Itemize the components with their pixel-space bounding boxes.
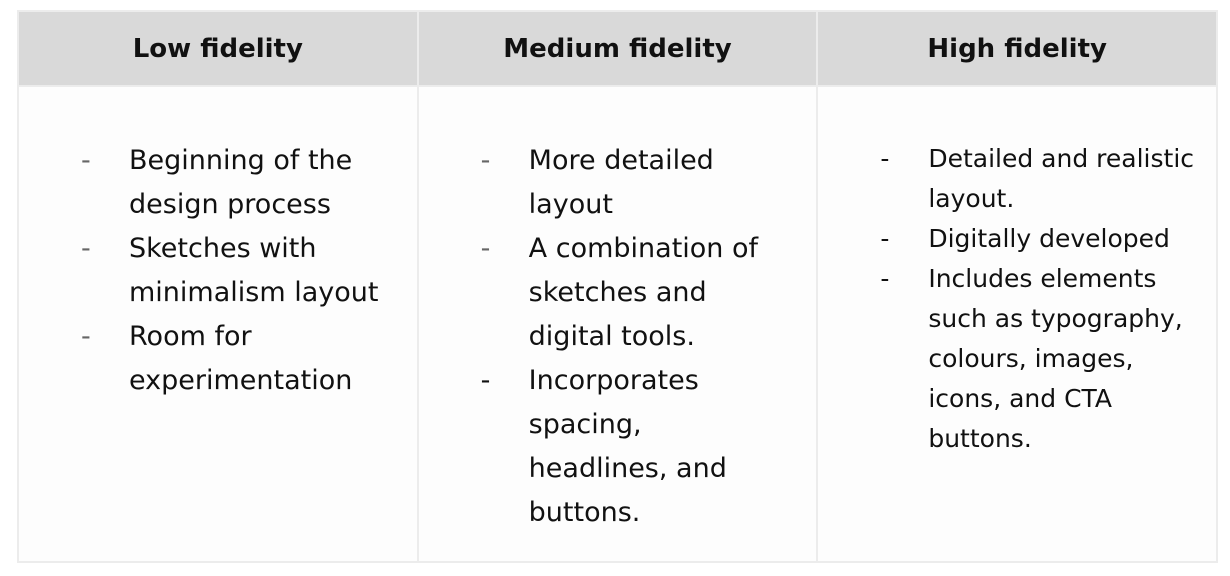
list-item: - Incorporates spacing, headlines, and bu…: [481, 359, 781, 535]
heading-low-fidelity: Low fidelity: [132, 33, 303, 64]
list-item: - Sketches with minimalism layout: [81, 227, 381, 315]
dash-bullet-icon: -: [480, 365, 491, 396]
fidelity-comparison-table: Low fidelity Medium fidelity High fideli…: [17, 10, 1218, 563]
table-header: Low fidelity Medium fidelity High fideli…: [19, 12, 1216, 85]
column-low-fidelity: - Beginning of the design process - Sketch…: [19, 87, 417, 561]
high-fidelity-list: - Detailed and realistic layout. - Digital…: [880, 139, 1200, 459]
low-fidelity-list: - Beginning of the design process - Sketch…: [81, 139, 381, 403]
column-high-fidelity: - Detailed and realistic layout. - Digital…: [816, 87, 1216, 561]
list-item: - More detailed layout: [481, 139, 781, 227]
dash-bullet-icon: -: [480, 233, 491, 264]
dash-bullet-icon: -: [880, 264, 890, 293]
column-medium-fidelity: - More detailed layout -A combination of …: [416, 87, 817, 561]
dash-bullet-icon: -: [81, 145, 91, 176]
list-item: - Digitally developed: [880, 219, 1200, 259]
list-item: - Includes elements such as typography, c…: [880, 259, 1200, 459]
table-body: - Beginning of the design process - Sketch…: [19, 85, 1216, 561]
dash-bullet-icon: -: [880, 224, 890, 253]
heading-high-fidelity: High fidelity: [816, 12, 1216, 85]
list-item: -A combination of sketches and digital t…: [481, 227, 781, 359]
list-item: - Room for experimentation: [81, 315, 381, 403]
medium-fidelity-list: - More detailed layout -A combination of …: [481, 139, 781, 535]
list-item: - Beginning of the design process: [81, 139, 381, 227]
heading-medium-fidelity: Medium fidelity: [416, 12, 817, 85]
dash-bullet-icon: -: [480, 145, 491, 176]
list-item: - Detailed and realistic layout.: [880, 139, 1200, 219]
dash-bullet-icon: -: [81, 233, 91, 264]
dash-bullet-icon: -: [81, 321, 91, 352]
dash-bullet-icon: -: [880, 144, 890, 173]
